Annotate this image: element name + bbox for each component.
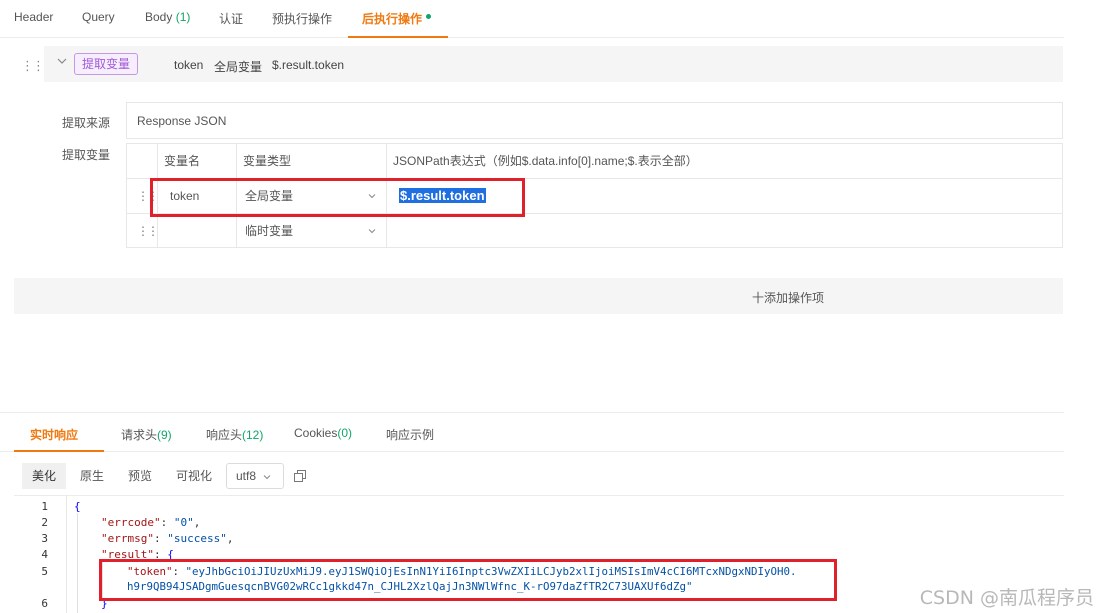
operation-type-tag: 提取变量 xyxy=(74,53,138,75)
col-header-name: 变量名 xyxy=(158,144,237,178)
var-name-input[interactable] xyxy=(158,214,237,248)
summary-json-path: $.result.token xyxy=(272,58,345,72)
drag-handle-icon[interactable]: ⋮⋮ xyxy=(137,214,159,248)
chevron-down-icon xyxy=(368,229,376,234)
tab-label: Query xyxy=(82,10,115,24)
status-dot-icon xyxy=(426,14,432,20)
active-tab-indicator xyxy=(14,450,104,452)
line-number: 5 xyxy=(41,565,48,578)
tab-body[interactable]: Body (1) xyxy=(145,10,190,24)
tab-query[interactable]: Query xyxy=(82,10,115,24)
json-path-input[interactable] xyxy=(387,214,1062,248)
tab-response-headers[interactable]: 响应头(12) xyxy=(206,426,263,443)
tab-auth[interactable]: 认证 xyxy=(219,10,243,27)
drag-handle-icon[interactable]: ⋮⋮ xyxy=(21,58,45,74)
chevron-down-icon xyxy=(263,475,271,480)
code-line: "errmsg": "success", xyxy=(101,532,234,545)
view-visualize-button[interactable]: 可视化 xyxy=(166,463,222,489)
line-number: 4 xyxy=(41,548,48,561)
tab-label: Body xyxy=(145,10,173,24)
tab-label: Header xyxy=(14,10,54,24)
annotation-highlight-box xyxy=(150,178,525,217)
col-header-path: JSONPath表达式（例如$.data.info[0].name;$.表示全部… xyxy=(393,154,698,168)
col-header-type: 变量类型 xyxy=(237,144,387,178)
tab-label: 实时响应 xyxy=(30,428,79,442)
add-action-button[interactable] xyxy=(14,278,1063,314)
vars-label: 提取变量 xyxy=(62,148,111,162)
tab-label: 响应示例 xyxy=(386,428,435,442)
tab-label: 认证 xyxy=(219,12,244,26)
tab-label: Cookies xyxy=(294,426,338,440)
indent-guide xyxy=(77,513,78,613)
tab-label: 请求头 xyxy=(121,428,158,442)
active-tab-indicator xyxy=(348,36,448,38)
code-line: "errcode": "0", xyxy=(101,516,201,529)
tab-post-actions[interactable]: 后执行操作 xyxy=(362,10,432,27)
summary-var-name: token xyxy=(174,58,204,72)
add-action-label: 十添加操作项 xyxy=(752,291,825,305)
watermark: CSDN @南瓜程序员 xyxy=(919,587,1094,609)
var-type-value: 临时变量 xyxy=(245,224,294,238)
copy-icon[interactable] xyxy=(294,470,306,482)
tab-label: 预执行操作 xyxy=(272,12,333,26)
var-type-select[interactable]: 临时变量 xyxy=(237,214,387,248)
source-select[interactable]: Response JSON xyxy=(126,102,1063,139)
view-raw-button[interactable]: 原生 xyxy=(70,463,114,489)
tab-count: (12) xyxy=(242,428,264,442)
tab-count: (0) xyxy=(337,426,353,440)
tab-cookies[interactable]: Cookies(0) xyxy=(294,426,352,440)
summary-var-type: 全局变量 xyxy=(214,60,263,74)
encoding-value: utf8 xyxy=(236,469,257,483)
view-beautify-button[interactable]: 美化 xyxy=(22,463,67,489)
line-number: 1 xyxy=(41,500,48,513)
table-header-row: 变量名 变量类型 JSONPath表达式（例如$.data.info[0].na… xyxy=(127,144,1062,179)
chevron-down-icon[interactable] xyxy=(57,56,67,66)
source-label: 提取来源 xyxy=(62,116,111,130)
tab-response-examples[interactable]: 响应示例 xyxy=(386,426,434,443)
tab-label: 响应头 xyxy=(206,428,243,442)
tab-label: 后执行操作 xyxy=(362,12,423,26)
tab-count: (1) xyxy=(175,10,191,24)
view-preview-button[interactable]: 预览 xyxy=(118,463,162,489)
code-line: { xyxy=(74,500,81,513)
tab-request-headers[interactable]: 请求头(9) xyxy=(121,426,172,443)
tab-pre-actions[interactable]: 预执行操作 xyxy=(272,10,332,27)
tab-header[interactable]: Header xyxy=(14,10,53,24)
encoding-select[interactable]: utf8 xyxy=(226,463,284,489)
annotation-highlight-box xyxy=(99,559,837,601)
tab-count: (9) xyxy=(157,428,172,442)
line-number: 3 xyxy=(41,532,48,545)
table-row: ⋮⋮ 临时变量 xyxy=(127,214,1062,249)
gutter-divider xyxy=(66,495,67,613)
tab-live-response[interactable]: 实时响应 xyxy=(30,426,78,443)
line-number: 6 xyxy=(41,597,48,610)
line-number: 2 xyxy=(41,516,48,529)
